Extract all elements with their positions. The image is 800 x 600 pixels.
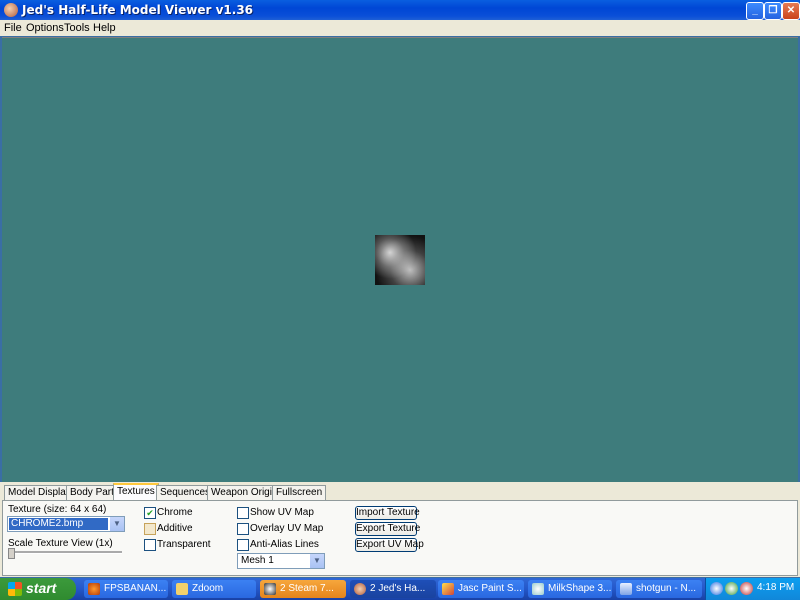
network-icon[interactable] (710, 582, 723, 595)
texture-size-label: Texture (size: 64 x 64) (8, 504, 107, 515)
menu-options[interactable]: Options (26, 22, 64, 34)
tab-fullscreen[interactable]: Fullscreen (272, 485, 327, 500)
start-button[interactable]: start (0, 578, 76, 600)
sync-icon[interactable] (725, 582, 738, 595)
task-label: Jasc Paint S... (458, 583, 522, 594)
task-label: FPSBANAN... (104, 583, 167, 594)
export-uv-map-button[interactable]: Export UV Map (355, 538, 424, 552)
import-texture-button[interactable]: Import Texture (355, 506, 420, 520)
chevron-down-icon[interactable]: ▼ (110, 517, 124, 531)
taskbar: start FPSBANAN... Zdoom 2 Steam 7... 2 J… (0, 578, 800, 600)
tab-weapon-origin[interactable]: Weapon Origin (207, 485, 282, 500)
chrome-label: Chrome (157, 507, 193, 518)
transparent-label: Transparent (157, 539, 211, 550)
chrome-checkbox[interactable]: ✔ (144, 507, 156, 519)
clock[interactable]: 4:18 PM (757, 582, 794, 593)
export-texture-button[interactable]: Export Texture (355, 522, 420, 536)
title-bar[interactable]: Jed's Half-Life Model Viewer v1.36 _ ❐ ✕ (0, 0, 800, 20)
start-label: start (26, 580, 57, 596)
menu-file[interactable]: File (4, 22, 22, 34)
task-notepad-shotgun[interactable]: shotgun - N... (616, 580, 702, 598)
task-jeds-hlmv[interactable]: 2 Jed's Ha... (350, 580, 436, 598)
anti-alias-checkbox[interactable] (237, 539, 249, 551)
minimize-button[interactable]: _ (746, 2, 764, 20)
overlay-uv-map-checkbox[interactable] (237, 523, 249, 535)
texture-preview (375, 235, 425, 285)
task-steam[interactable]: 2 Steam 7... (260, 580, 346, 598)
menu-tools[interactable]: Tools (64, 22, 90, 34)
texture-select[interactable]: CHROME2.bmp ▼ (7, 516, 125, 532)
task-label: 2 Steam 7... (280, 583, 334, 594)
tab-textures[interactable]: Textures (113, 483, 159, 501)
firefox-icon (88, 583, 100, 595)
task-label: Zdoom (192, 583, 224, 594)
folder-icon (176, 583, 188, 595)
app-icon[interactable] (4, 3, 18, 17)
task-label: MilkShape 3... (548, 583, 612, 594)
maximize-button[interactable]: ❐ (764, 2, 782, 20)
mesh-select-value: Mesh 1 (241, 555, 274, 566)
jed-icon (354, 583, 366, 595)
texture-select-value: CHROME2.bmp (9, 518, 108, 530)
tab-sequences[interactable]: Sequences (156, 485, 215, 500)
window-title: Jed's Half-Life Model Viewer v1.36 (22, 3, 254, 17)
task-label: 2 Jed's Ha... (370, 583, 426, 594)
paint-icon (442, 583, 454, 595)
show-uv-map-label: Show UV Map (250, 507, 314, 518)
windows-logo-icon (8, 582, 22, 596)
menu-help[interactable]: Help (93, 22, 116, 34)
anti-alias-label: Anti-Alias Lines (250, 539, 319, 550)
volume-icon[interactable] (740, 582, 753, 595)
tab-model-display[interactable]: Model Display (4, 485, 75, 500)
mesh-select[interactable]: Mesh 1 ▼ (237, 553, 325, 569)
task-zdoom[interactable]: Zdoom (172, 580, 256, 598)
task-jasc-paint[interactable]: Jasc Paint S... (438, 580, 524, 598)
task-milkshape[interactable]: MilkShape 3... (528, 580, 612, 598)
overlay-uv-map-label: Overlay UV Map (250, 523, 324, 534)
scale-slider-track[interactable] (8, 551, 122, 554)
model-viewport[interactable] (2, 37, 798, 482)
chevron-down-icon[interactable]: ▼ (310, 554, 324, 568)
task-fpsbanana[interactable]: FPSBANAN... (84, 580, 168, 598)
additive-label: Additive (157, 523, 193, 534)
task-label: shotgun - N... (636, 583, 697, 594)
steam-icon (264, 583, 276, 595)
milkshape-icon (532, 583, 544, 595)
transparent-checkbox[interactable] (144, 539, 156, 551)
notepad-icon (620, 583, 632, 595)
close-button[interactable]: ✕ (782, 2, 800, 20)
menu-bar: File Options Tools Help (0, 20, 800, 36)
additive-checkbox[interactable] (144, 523, 156, 535)
scale-slider-thumb[interactable] (8, 548, 15, 559)
show-uv-map-checkbox[interactable] (237, 507, 249, 519)
scale-texture-label: Scale Texture View (1x) (8, 538, 113, 549)
